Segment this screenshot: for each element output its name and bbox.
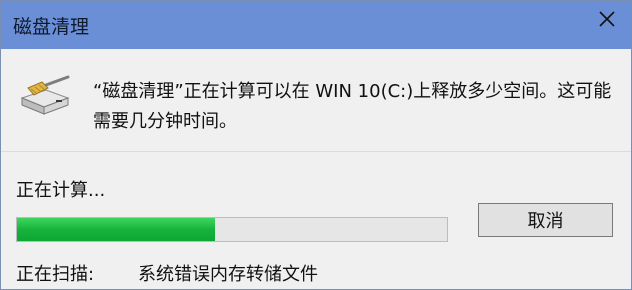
cancel-button[interactable]: 取消 <box>478 203 613 237</box>
title-bar: 磁盘清理 <box>1 1 631 49</box>
progress-bar <box>16 217 448 242</box>
progress-fill <box>17 218 215 241</box>
dialog-body: “磁盘清理”正在计算可以在 WIN 10(C:)上释放多少空间。这可能需要几分钟… <box>1 49 631 289</box>
disk-cleanup-dialog: 磁盘清理 “磁盘清理”正在计算可以在 WIN 10(C:)上释放多少空间。这可能… <box>0 0 632 290</box>
disk-cleanup-icon <box>20 75 70 115</box>
close-button[interactable] <box>587 1 627 37</box>
close-x-icon <box>599 11 615 27</box>
scanning-item: 系统错误内存转储文件 <box>138 264 318 285</box>
scanning-label: 正在扫描: <box>16 264 95 285</box>
calculating-label: 正在计算... <box>16 180 106 201</box>
window-title: 磁盘清理 <box>13 16 90 38</box>
divider <box>1 151 631 152</box>
status-message: “磁盘清理”正在计算可以在 WIN 10(C:)上释放多少空间。这可能需要几分钟… <box>93 81 612 132</box>
